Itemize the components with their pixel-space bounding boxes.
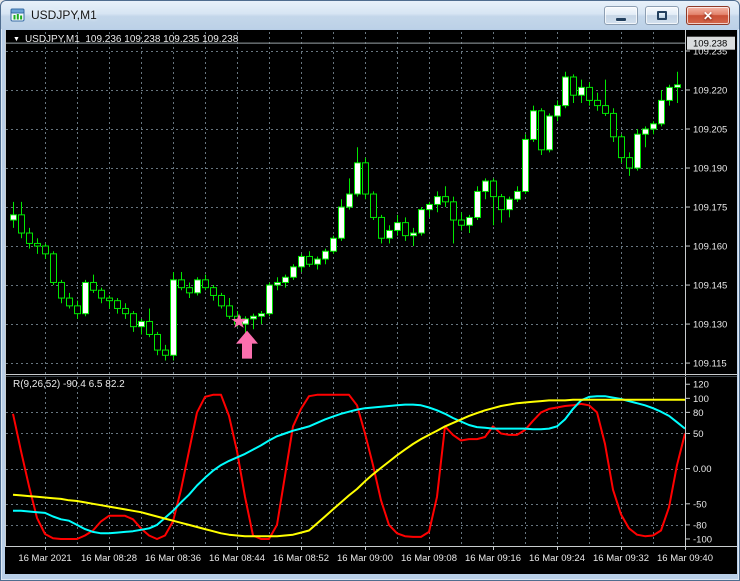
svg-text:109.145: 109.145 [693, 281, 727, 292]
restore-icon [657, 11, 667, 20]
close-button[interactable]: ✕ [686, 6, 730, 25]
indicator-label: R(9,26,52) -90.4 6.5 82.2 [13, 379, 125, 390]
oscillator-line-fast [12, 393, 686, 540]
svg-text:-100: -100 [693, 534, 712, 545]
svg-text:16 Mar 09:08: 16 Mar 09:08 [401, 553, 457, 564]
minimize-icon [616, 17, 626, 21]
oscillator-line-medium [13, 395, 686, 535]
svg-text:16 Mar 08:36: 16 Mar 08:36 [145, 553, 201, 564]
oscillator-axis[interactable]: 120 100 80 50 0.00 -50 -80 -100 [685, 380, 712, 546]
svg-text:16 Mar 08:52: 16 Mar 08:52 [273, 553, 329, 564]
title-bar[interactable]: USDJPY,M1 ✕ [1, 1, 739, 29]
candles-layer [10, 71, 681, 361]
chevron-down-icon[interactable]: ▼ [13, 36, 20, 43]
svg-text:16 Mar 09:32: 16 Mar 09:32 [593, 553, 649, 564]
svg-text:16 Mar 2021: 16 Mar 2021 [18, 553, 71, 564]
svg-text:16 Mar 08:28: 16 Mar 08:28 [81, 553, 137, 564]
svg-text:109.130: 109.130 [693, 320, 727, 331]
buy-star-marker [231, 313, 247, 328]
time-axis[interactable]: 16 Mar 2021 16 Mar 08:28 16 Mar 08:36 16 Ma… [18, 546, 713, 564]
minimize-button[interactable] [604, 6, 638, 25]
svg-text:16 Mar 08:44: 16 Mar 08:44 [209, 553, 265, 564]
symbol-header: ▼ USDJPY,M1 109.236 109.238 109.235 109.… [13, 34, 238, 45]
window-title: USDJPY,M1 [31, 8, 97, 22]
svg-text:16 Mar 09:24: 16 Mar 09:24 [529, 553, 585, 564]
price-axis[interactable]: 109.235109.220109.205109.190109.175109.1… [685, 36, 735, 370]
svg-text:80: 80 [693, 408, 704, 419]
svg-text:16 Mar 09:00: 16 Mar 09:00 [337, 553, 393, 564]
svg-text:100: 100 [693, 394, 709, 405]
chart-window: USDJPY,M1 ✕ 109.235 109.220 109.205 109.190… [0, 0, 740, 581]
close-icon: ✕ [702, 8, 714, 23]
oscillator-lines [12, 393, 686, 540]
svg-text:0.00: 0.00 [693, 464, 712, 475]
svg-text:109.160: 109.160 [693, 242, 727, 253]
svg-text:109.115: 109.115 [693, 359, 727, 370]
chart-area[interactable]: 109.235 109.220 109.205 109.190 109.175 109.1… [5, 30, 737, 574]
svg-text:109.175: 109.175 [693, 203, 727, 214]
svg-text:109.220: 109.220 [693, 85, 727, 96]
grid-lines [6, 32, 686, 546]
buy-arrow-up-marker [236, 330, 258, 359]
chart-icon [10, 8, 25, 22]
chart-canvas[interactable]: 109.235109.220109.205109.190109.175109.1… [5, 30, 737, 574]
symbol-quote-text: USDJPY,M1 109.236 109.238 109.235 109.23… [24, 34, 239, 45]
svg-text:-80: -80 [693, 520, 707, 531]
svg-text:16 Mar 09:40: 16 Mar 09:40 [657, 553, 713, 564]
svg-text:109.205: 109.205 [693, 125, 727, 136]
svg-text:16 Mar 09:16: 16 Mar 09:16 [465, 553, 521, 564]
svg-text:50: 50 [693, 429, 704, 440]
restore-button[interactable] [645, 6, 679, 25]
svg-text:120: 120 [693, 380, 709, 391]
svg-text:109.190: 109.190 [693, 164, 727, 175]
svg-text:109.238: 109.238 [693, 39, 727, 50]
svg-text:-50: -50 [693, 499, 707, 510]
